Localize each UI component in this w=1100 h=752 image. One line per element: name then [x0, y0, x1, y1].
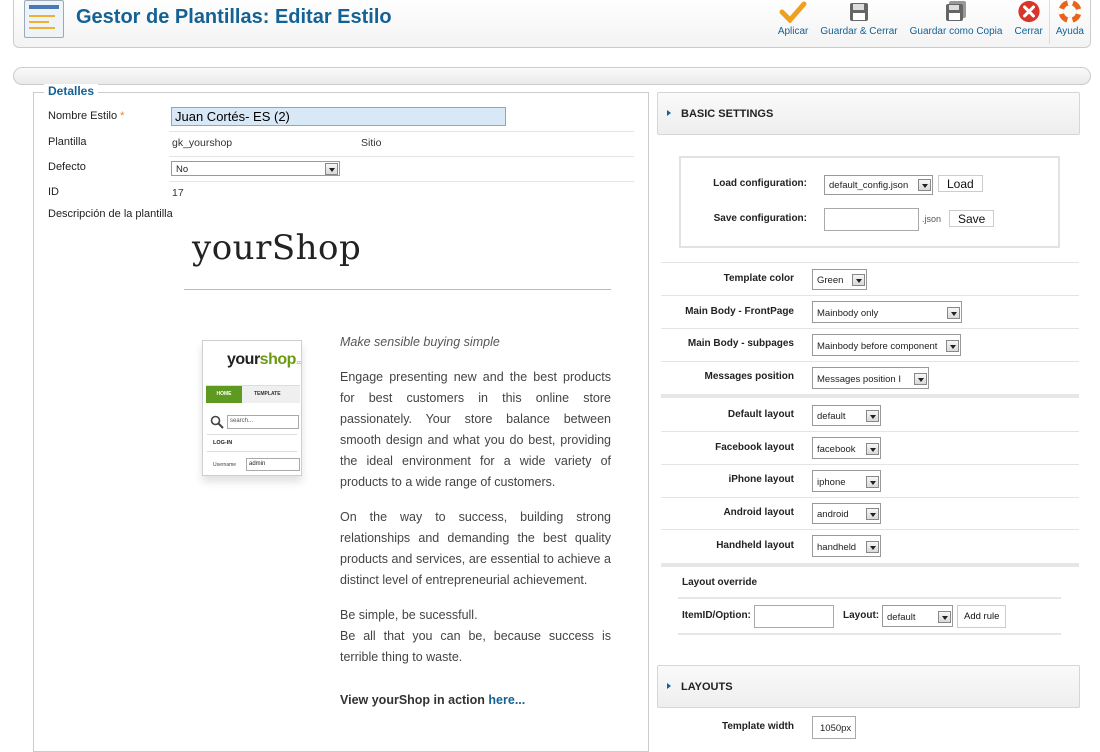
save-close-button[interactable]: Guardar & Cerrar — [814, 0, 903, 44]
thumb-search: search... — [227, 415, 299, 429]
floppy-disk-icon — [850, 3, 869, 21]
thumb-username-label: Username — [213, 462, 237, 468]
basic-settings-header[interactable]: BASIC SETTINGS — [657, 92, 1080, 135]
load-config-label: Load configuration: — [713, 178, 807, 189]
add-rule-button[interactable]: Add rule — [957, 605, 1007, 628]
apply-label: Aplicar — [777, 26, 809, 37]
paragraph-2: On the way to success, building strong r… — [340, 510, 611, 587]
thumb-template-tab: TEMPLATE — [254, 391, 281, 397]
page-title: Gestor de Plantillas: Editar Estilo — [76, 6, 392, 28]
close-label: Cerrar — [1014, 26, 1043, 37]
default-layout-label: Default layout — [727, 409, 794, 420]
template-width-input[interactable]: 1050px — [812, 716, 856, 739]
page-header: Gestor de Plantillas: Editar Estilo Apli… — [13, 0, 1091, 48]
default-select[interactable]: No — [171, 161, 340, 176]
style-name-input[interactable] — [171, 107, 506, 126]
floppy-copy-icon — [946, 1, 967, 21]
template-label: Plantilla — [48, 136, 87, 148]
messages-position-label: Messages position — [704, 371, 794, 382]
lifebuoy-icon — [1058, 0, 1082, 23]
mainbody-frontpage-label: Main Body - FrontPage — [685, 306, 794, 317]
save-config-label: Save configuration: — [713, 213, 807, 224]
iphone-layout-select[interactable]: iphone — [812, 470, 881, 492]
handheld-layout-select[interactable]: handheld — [812, 535, 881, 557]
template-thumbnail: yourshop.cc HOME TEMPLATE search... LOG-… — [202, 340, 302, 476]
mainbody-subpages-select[interactable]: Mainbody before component — [812, 334, 961, 356]
load-button[interactable]: Load — [938, 175, 983, 192]
thumb-logo: yourshop.cc — [227, 351, 301, 368]
itemid-option-input[interactable] — [754, 605, 834, 628]
thumb-username-value: admin — [246, 458, 300, 471]
save-close-label: Guardar & Cerrar — [820, 26, 898, 37]
itemid-option-label: ItemID/Option: — [682, 610, 751, 621]
mainbody-frontpage-select[interactable]: Mainbody only — [812, 301, 962, 323]
load-config-select[interactable]: default_config.json — [824, 175, 933, 195]
facebook-layout-label: Facebook layout — [715, 442, 794, 453]
save-button[interactable]: Save — [949, 210, 995, 227]
template-color-select[interactable]: Green — [812, 269, 867, 290]
template-color-label: Template color — [723, 273, 794, 284]
thumb-home-tab: HOME — [206, 386, 242, 403]
paragraph-3b: Be all that you can be, because success … — [340, 629, 611, 664]
android-layout-select[interactable]: android — [812, 503, 881, 524]
help-button[interactable]: Ayuda — [1048, 0, 1090, 44]
expand-arrow-icon — [667, 683, 671, 689]
save-copy-button[interactable]: Guardar como Copia — [904, 0, 1009, 44]
override-layout-select[interactable]: default — [882, 605, 953, 627]
save-config-input[interactable] — [824, 208, 919, 231]
brand-heading: yourShop — [192, 228, 362, 268]
save-copy-label: Guardar como Copia — [909, 26, 1003, 37]
style-name-label: Nombre Estilo * — [48, 110, 125, 122]
messages-position-select[interactable]: Messages position I — [812, 367, 929, 389]
paragraph-1: Engage presenting new and the best produ… — [340, 370, 611, 489]
facebook-layout-select[interactable]: facebook — [812, 437, 881, 459]
tagline: Make sensible buying simple — [340, 335, 500, 349]
description-label: Descripción de la plantilla — [48, 208, 173, 220]
submenu-bar — [13, 67, 1091, 85]
layouts-header[interactable]: LAYOUTS — [657, 665, 1080, 708]
expand-arrow-icon — [667, 110, 671, 116]
layout-label: Layout: — [843, 610, 880, 621]
close-button[interactable]: Cerrar — [1008, 0, 1048, 44]
layout-override-title: Layout override — [682, 577, 758, 588]
here-link[interactable]: here... — [488, 693, 525, 707]
default-label: Defecto — [48, 161, 86, 173]
default-layout-select[interactable]: default — [812, 405, 881, 426]
template-width-label: Template width — [721, 721, 794, 732]
apply-button[interactable]: Aplicar — [772, 0, 815, 44]
mainbody-subpages-label: Main Body - subpages — [687, 338, 794, 349]
template-value: gk_yourshop — [172, 137, 233, 149]
config-box — [679, 156, 1060, 248]
handheld-layout-label: Handheld layout — [716, 540, 794, 551]
id-label: ID — [48, 186, 59, 198]
close-icon — [1018, 0, 1040, 23]
search-icon — [210, 415, 224, 429]
id-value: 17 — [172, 187, 184, 199]
site-value: Sitio — [361, 137, 382, 149]
paragraph-3a: Be simple, be sucessfull. — [340, 608, 478, 622]
template-manager-icon — [24, 0, 64, 38]
checkmark-icon — [779, 1, 807, 23]
details-legend: Detalles — [44, 84, 99, 98]
view-in-action: View yourShop in action here... — [340, 693, 526, 707]
details-fieldset: Detalles Nombre Estilo * Plantilla gk_yo… — [33, 84, 649, 752]
iphone-layout-label: iPhone layout — [728, 474, 794, 485]
help-label: Ayuda — [1055, 26, 1084, 37]
thumb-login: LOG-IN — [213, 440, 233, 446]
android-layout-label: Android layout — [723, 507, 794, 518]
toolbar: Aplicar Guardar & Cerrar Guardar como Co… — [772, 0, 1090, 46]
json-ext: .json — [922, 214, 942, 224]
